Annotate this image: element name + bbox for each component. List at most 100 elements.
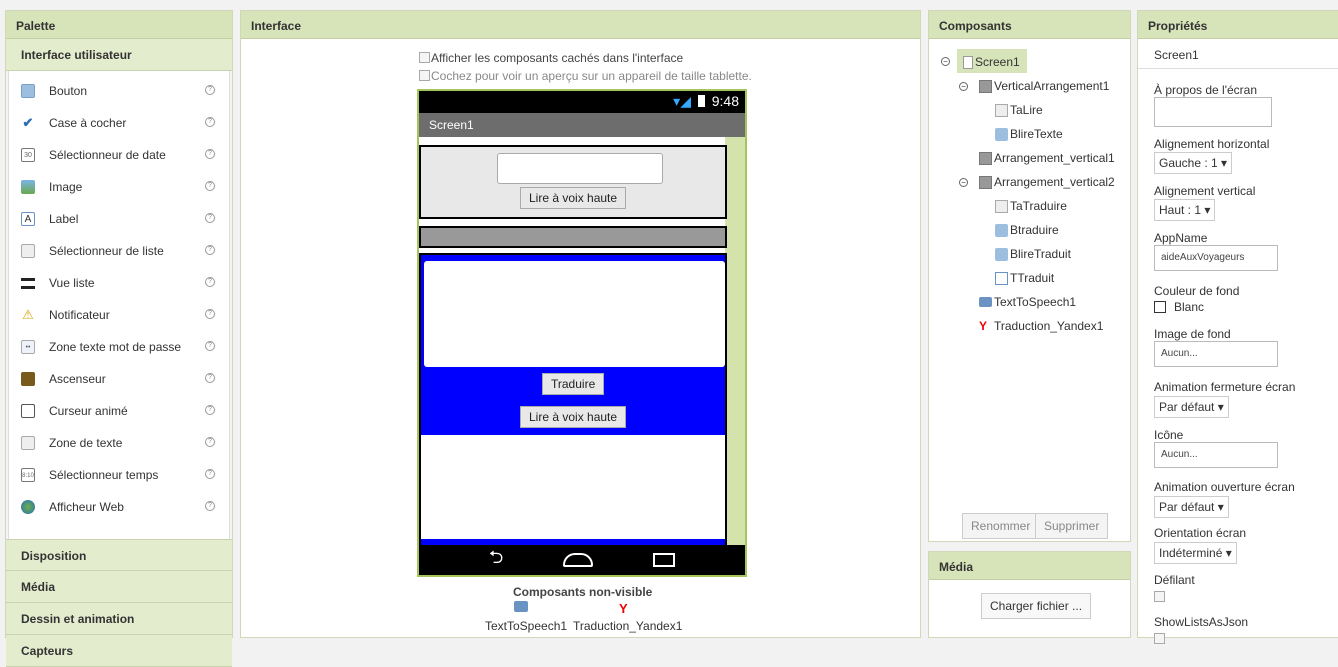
traduire-button[interactable]: Traduire xyxy=(542,373,604,395)
tree-item-yandex[interactable]: YTraduction_Yandex1 xyxy=(979,319,1103,333)
nonvisible-tts[interactable]: TextToSpeech1 xyxy=(485,619,567,633)
palette-item-9[interactable]: Ascenseur? xyxy=(9,363,229,395)
palette-item-2[interactable]: 30Sélectionneur de date? xyxy=(9,139,229,171)
nav-bar: ⮌ xyxy=(419,545,745,575)
tree-item-tatraduire[interactable]: TaTraduire xyxy=(995,199,1067,213)
delete-button[interactable]: Supprimer xyxy=(1035,513,1108,539)
help-icon[interactable]: ? xyxy=(205,437,215,447)
help-icon[interactable]: ? xyxy=(205,85,215,95)
help-icon[interactable]: ? xyxy=(205,117,215,127)
palette-item-12[interactable]: 8:10Sélectionneur temps? xyxy=(9,459,229,491)
scrollbar[interactable] xyxy=(725,137,745,545)
arrangement-vertical-2[interactable]: Traduire Lire à voix haute xyxy=(419,253,727,547)
scroll-checkbox[interactable] xyxy=(1154,591,1165,602)
button-icon xyxy=(995,224,1008,237)
palette-item-3[interactable]: Image? xyxy=(9,171,229,203)
palette-item-5[interactable]: Sélectionneur de liste? xyxy=(9,235,229,267)
tatraduire-textbox[interactable] xyxy=(424,261,725,367)
vertical-arrangement-1[interactable]: Lire à voix haute xyxy=(419,145,727,219)
arrangement-icon xyxy=(979,176,992,189)
palette-item-13[interactable]: Afficheur Web? xyxy=(9,491,229,523)
tree-item-tts[interactable]: TextToSpeech1 xyxy=(979,295,1076,309)
help-icon[interactable]: ? xyxy=(205,245,215,255)
about-label: À propos de l'écran xyxy=(1154,83,1257,97)
help-icon[interactable]: ? xyxy=(205,213,215,223)
collapse-icon[interactable]: − xyxy=(959,178,968,187)
slider-icon xyxy=(21,372,35,386)
tree-item-arrangement-vertical-1[interactable]: Arrangement_vertical1 xyxy=(979,151,1115,165)
halign-label: Alignement horizontal xyxy=(1154,137,1269,151)
help-icon[interactable]: ? xyxy=(205,341,215,351)
help-icon[interactable]: ? xyxy=(205,309,215,319)
showlists-checkbox[interactable] xyxy=(1154,633,1165,644)
collapse-icon[interactable]: − xyxy=(941,57,950,66)
nonvisible-yandex[interactable]: Traduction_Yandex1 xyxy=(573,619,682,633)
tree-label: BlireTexte xyxy=(1010,127,1063,141)
bgimage-input[interactable]: Aucun... xyxy=(1154,341,1278,367)
palette-section-media[interactable]: Média xyxy=(6,571,232,603)
palette-item-label: Sélectionneur de date xyxy=(49,148,166,162)
palette-item-label: Bouton xyxy=(49,84,87,98)
tree-item-blireTexte[interactable]: BlireTexte xyxy=(995,127,1063,141)
bgcolor-value[interactable]: Blanc xyxy=(1174,300,1204,314)
rename-button[interactable]: Renommer xyxy=(962,513,1039,539)
palette-item-11[interactable]: Zone de texte? xyxy=(9,427,229,459)
tree-item-talire[interactable]: TaLire xyxy=(995,103,1043,117)
icon-input[interactable]: Aucun... xyxy=(1154,442,1278,468)
show-hidden-checkbox[interactable]: Afficher les composants cachés dans l'in… xyxy=(419,51,683,65)
palette-section-drawing[interactable]: Dessin et animation xyxy=(6,603,232,635)
tablet-preview-checkbox[interactable]: Cochez pour voir un aperçu sur un appare… xyxy=(419,69,752,83)
textbox-icon xyxy=(995,200,1008,213)
tree-item-btraduire[interactable]: Btraduire xyxy=(995,223,1059,237)
collapse-icon[interactable]: − xyxy=(959,82,968,91)
valign-select[interactable]: Haut : 1 ▾ xyxy=(1154,199,1215,221)
help-icon[interactable]: ? xyxy=(205,181,215,191)
button-icon xyxy=(21,84,35,98)
tree-item-vertical-arrangement-1[interactable]: VerticalArrangement1 xyxy=(979,79,1109,93)
help-icon[interactable]: ? xyxy=(205,149,215,159)
palette-item-10[interactable]: Curseur animé? xyxy=(9,395,229,427)
palette-item-label: Curseur animé xyxy=(49,404,128,418)
about-textarea[interactable] xyxy=(1154,97,1272,127)
palette-section-sensors[interactable]: Capteurs xyxy=(6,635,232,667)
appname-input[interactable]: aideAuxVoyageurs xyxy=(1154,245,1278,271)
help-icon[interactable]: ? xyxy=(205,373,215,383)
palette-item-4[interactable]: ALabel? xyxy=(9,203,229,235)
close-anim-select[interactable]: Par défaut ▾ xyxy=(1154,396,1229,418)
help-icon[interactable]: ? xyxy=(205,277,215,287)
help-icon[interactable]: ? xyxy=(205,405,215,415)
halign-select[interactable]: Gauche : 1 ▾ xyxy=(1154,152,1232,174)
help-icon[interactable]: ? xyxy=(205,501,215,511)
palette-item-7[interactable]: ⚠Notificateur? xyxy=(9,299,229,331)
tree-item-screen1[interactable]: Screen1 xyxy=(963,55,1020,69)
lire-voix-haute-button[interactable]: Lire à voix haute xyxy=(520,187,626,209)
tree-label: TextToSpeech1 xyxy=(994,295,1076,309)
list-view-icon xyxy=(21,278,35,289)
arrangement-icon xyxy=(979,152,992,165)
palette-item-0[interactable]: Bouton? xyxy=(9,75,229,107)
arrangement-vertical-1[interactable] xyxy=(419,226,727,248)
tree-item-arrangement-vertical-2[interactable]: Arrangement_vertical2 xyxy=(979,175,1115,189)
talire-textbox[interactable] xyxy=(497,153,663,184)
lire-traduit-button[interactable]: Lire à voix haute xyxy=(520,406,626,428)
back-icon[interactable]: ⮌ xyxy=(489,545,503,575)
checkbox-icon[interactable] xyxy=(419,52,430,63)
open-anim-label: Animation ouverture écran xyxy=(1154,480,1295,494)
orientation-select[interactable]: Indéterminé ▾ xyxy=(1154,542,1237,564)
tree-item-ttraduit[interactable]: TTraduit xyxy=(995,271,1054,285)
checkbox-icon[interactable] xyxy=(419,70,430,81)
palette-section-user-interface[interactable]: Interface utilisateur xyxy=(6,39,232,71)
palette-item-6[interactable]: Vue liste? xyxy=(9,267,229,299)
palette-section-layout[interactable]: Disposition xyxy=(6,539,232,571)
help-icon[interactable]: ? xyxy=(205,469,215,479)
upload-file-button[interactable]: Charger fichier ... xyxy=(981,593,1091,619)
palette-item-8[interactable]: ••Zone texte mot de passe? xyxy=(9,331,229,363)
open-anim-select[interactable]: Par défaut ▾ xyxy=(1154,496,1229,518)
tree-item-blireTraduit[interactable]: BlireTraduit xyxy=(995,247,1071,261)
home-icon[interactable] xyxy=(563,553,593,567)
button-icon xyxy=(995,248,1008,261)
color-swatch[interactable] xyxy=(1154,301,1166,313)
recent-apps-icon[interactable] xyxy=(653,553,675,567)
palette-item-1[interactable]: ✔Case à cocher? xyxy=(9,107,229,139)
button-icon xyxy=(995,128,1008,141)
